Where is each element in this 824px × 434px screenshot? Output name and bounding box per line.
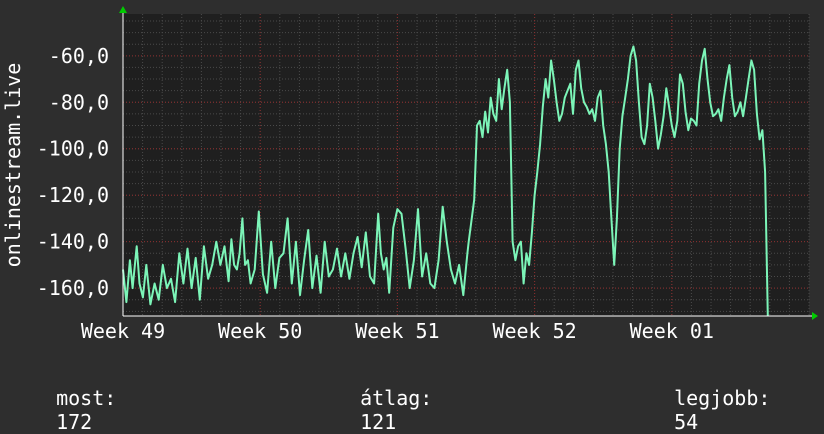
stat-current-value: 172 <box>56 410 93 434</box>
y-tick-labels: -60,0 -80,0 -100,0 -120,0 -140,0 -160,0 <box>37 44 109 300</box>
x-tick-label: Week 50 <box>218 319 302 343</box>
y-tick-label: -100,0 <box>37 137 109 161</box>
stat-current-label: most: <box>56 386 117 410</box>
stat-average-label: átlag: <box>360 386 433 410</box>
stat-best-value: 54 <box>674 410 699 434</box>
y-tick-label: -120,0 <box>37 183 109 207</box>
x-tick-label: Week 49 <box>81 319 165 343</box>
y-tick-label: -80,0 <box>49 90 109 114</box>
stat-average-value: 121 <box>360 410 397 434</box>
stat-best-label: legjobb: <box>674 386 771 410</box>
x-tick-label: Week 01 <box>630 319 714 343</box>
y-tick-label: -160,0 <box>37 276 109 300</box>
y-tick-label: -60,0 <box>49 44 109 68</box>
stat-best: legjobb: 54 <box>650 362 770 434</box>
x-tick-label: Week 51 <box>355 319 439 343</box>
y-axis-arrow <box>119 6 127 13</box>
x-axis-arrow <box>812 312 818 320</box>
line-chart: -60,0 -80,0 -100,0 -120,0 -140,0 -160,0 Week … <box>1 6 818 343</box>
x-tick-labels: Week 49 Week 50 Week 51 Week 52 Week 01 <box>81 319 714 343</box>
x-tick-label: Week 52 <box>492 319 576 343</box>
stat-current: most: 172 <box>32 362 116 434</box>
y-axis-label: onlinestream.live <box>1 63 25 268</box>
stat-average: átlag: 121 <box>336 362 432 434</box>
y-tick-label: -140,0 <box>37 230 109 254</box>
